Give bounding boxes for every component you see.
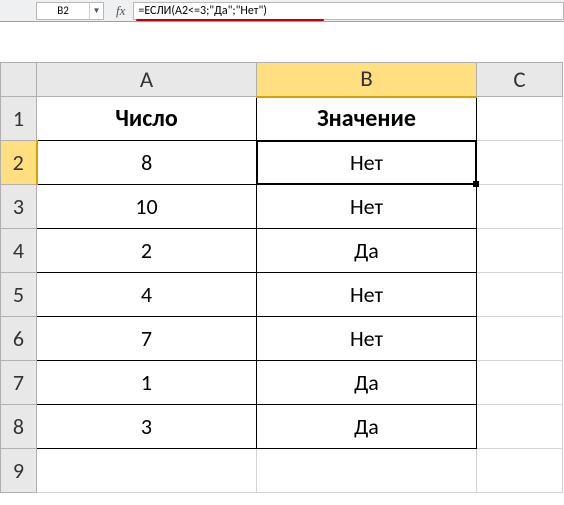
formula-input[interactable]: =ЕСЛИ(A2<=3;"Да";"Нет")	[138, 4, 267, 18]
cell-C8[interactable]	[477, 405, 563, 449]
cell-B1[interactable]: Значение	[257, 97, 477, 141]
annotation-underline	[136, 19, 324, 21]
cell-A9[interactable]	[37, 449, 257, 493]
row-header-4[interactable]: 4	[1, 229, 37, 273]
cell-B4[interactable]: Да	[257, 229, 477, 273]
row-header-5[interactable]: 5	[1, 273, 37, 317]
select-all-corner[interactable]	[1, 63, 37, 97]
cell-C1[interactable]	[477, 97, 563, 141]
cell-B6[interactable]: Нет	[257, 317, 477, 361]
cell-B5[interactable]: Нет	[257, 273, 477, 317]
row-header-2[interactable]: 2	[1, 141, 37, 185]
cell-A8[interactable]: 3	[37, 405, 257, 449]
name-box-wrap[interactable]: B2 ▼	[36, 2, 104, 20]
row-header-3[interactable]: 3	[1, 185, 37, 229]
formula-input-wrap[interactable]: =ЕСЛИ(A2<=3;"Да";"Нет")	[133, 2, 564, 20]
col-header-A[interactable]: A	[37, 63, 257, 97]
col-header-B[interactable]: B	[257, 63, 477, 97]
formula-bar: B2 ▼ fx =ЕСЛИ(A2<=3;"Да";"Нет")	[0, 0, 564, 22]
cell-A2[interactable]: 8	[37, 141, 257, 185]
row-header-8[interactable]: 8	[1, 405, 37, 449]
formula-buttons: fx	[108, 3, 133, 19]
cell-C7[interactable]	[477, 361, 563, 405]
cell-B2[interactable]: Нет	[257, 141, 477, 185]
cell-A4[interactable]: 2	[37, 229, 257, 273]
cell-A7[interactable]: 1	[37, 361, 257, 405]
sheet-area: A B C 1 Число Значение 2 8 Нет 3 10 Нет …	[0, 22, 564, 493]
row-header-6[interactable]: 6	[1, 317, 37, 361]
row-header-9[interactable]: 9	[1, 449, 37, 493]
cell-C9[interactable]	[477, 449, 563, 493]
cell-A6[interactable]: 7	[37, 317, 257, 361]
cell-B3[interactable]: Нет	[257, 185, 477, 229]
cell-C6[interactable]	[477, 317, 563, 361]
cell-A5[interactable]: 4	[37, 273, 257, 317]
name-box[interactable]: B2	[37, 4, 89, 17]
fx-icon[interactable]: fx	[112, 3, 129, 19]
row-header-1[interactable]: 1	[1, 97, 37, 141]
cell-A3[interactable]: 10	[37, 185, 257, 229]
name-box-dropdown-icon[interactable]: ▼	[89, 3, 103, 19]
cell-C4[interactable]	[477, 229, 563, 273]
cell-B8[interactable]: Да	[257, 405, 477, 449]
cell-B7[interactable]: Да	[257, 361, 477, 405]
cell-C2[interactable]	[477, 141, 563, 185]
cell-B9[interactable]	[257, 449, 477, 493]
cell-C3[interactable]	[477, 185, 563, 229]
cell-A1[interactable]: Число	[37, 97, 257, 141]
row-header-7[interactable]: 7	[1, 361, 37, 405]
col-header-C[interactable]: C	[477, 63, 563, 97]
cell-C5[interactable]	[477, 273, 563, 317]
spreadsheet-grid[interactable]: A B C 1 Число Значение 2 8 Нет 3 10 Нет …	[0, 62, 563, 493]
